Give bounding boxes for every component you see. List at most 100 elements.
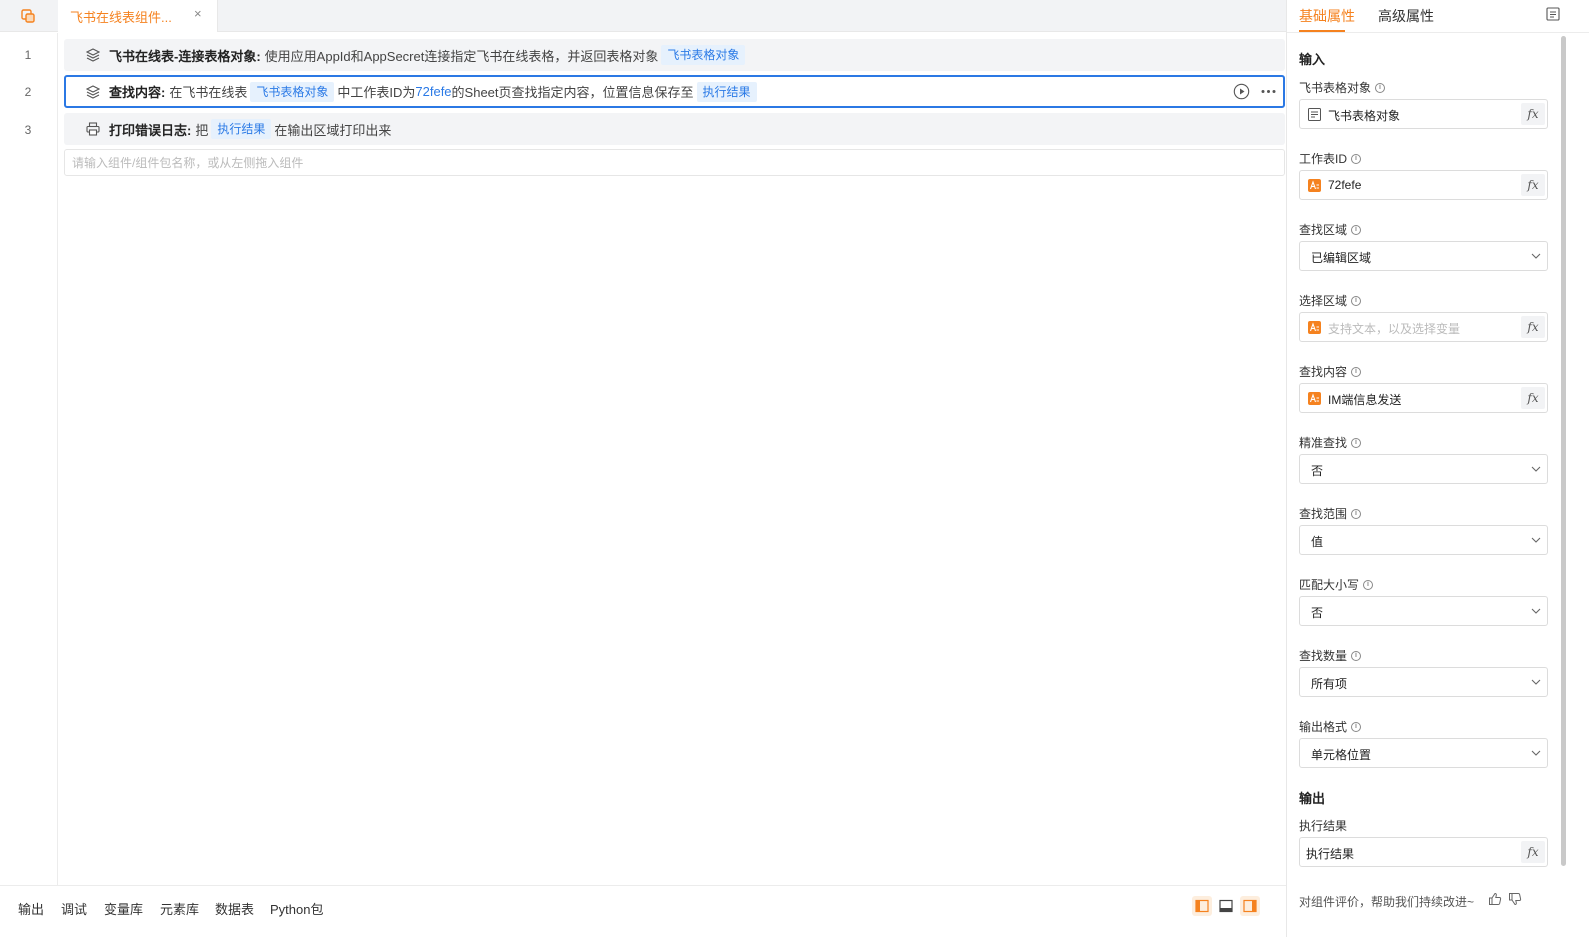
fx-button[interactable]: fx bbox=[1521, 103, 1545, 125]
field-label: 选择区域 i bbox=[1299, 292, 1362, 309]
flow-row-print-log[interactable]: 打印错误日志: 把 执行结果 在输出区域打印出来 bbox=[64, 113, 1285, 145]
thumbs-down-icon[interactable] bbox=[1508, 892, 1522, 906]
layout-left-panel-button[interactable] bbox=[1192, 896, 1212, 916]
field-label-text: 查找范围 bbox=[1299, 507, 1348, 521]
layout-right-panel-button[interactable] bbox=[1240, 896, 1260, 916]
variable-chip[interactable]: 飞书表格对象 bbox=[250, 81, 335, 102]
text-type-icon bbox=[1308, 392, 1321, 405]
field-label: 查找区域 i bbox=[1299, 221, 1362, 238]
field-value: 否 bbox=[1311, 464, 1324, 478]
field-value: 已编辑区域 bbox=[1311, 251, 1372, 265]
layers-icon bbox=[86, 84, 100, 99]
row-actions bbox=[1233, 83, 1277, 100]
layout-right-icon bbox=[1243, 899, 1257, 913]
field-label-text: 输出格式 bbox=[1299, 720, 1348, 734]
tab-output[interactable]: 输出 bbox=[18, 899, 44, 918]
flow-row-connect[interactable]: 飞书在线表-连接表格对象: 使用应用AppId和AppSecret连接指定飞书在… bbox=[64, 39, 1285, 71]
select-area-field[interactable]: 支持文本，以及选择变量 fx bbox=[1299, 312, 1548, 342]
chevron-down-icon bbox=[1531, 608, 1541, 614]
tab-variables[interactable]: 变量库 bbox=[104, 899, 143, 918]
field-label: 执行结果 bbox=[1299, 819, 1348, 833]
field-label: 飞书表格对象 i bbox=[1299, 79, 1386, 96]
sheet-id-field[interactable]: 72fefe fx bbox=[1299, 170, 1548, 200]
exact-match-select[interactable]: 否 bbox=[1299, 454, 1548, 484]
row-text: 在输出区域打印出来 bbox=[274, 122, 392, 138]
line-number: 2 bbox=[24, 85, 32, 99]
field-label: 输出格式 i bbox=[1299, 718, 1362, 735]
field-value: 72fefe bbox=[1328, 178, 1362, 192]
line-number: 1 bbox=[24, 48, 32, 62]
field-label-text: 工作表ID bbox=[1299, 152, 1348, 166]
row-title: 打印错误日志: bbox=[109, 122, 192, 138]
line-number: 3 bbox=[24, 123, 32, 137]
tab-basic-properties[interactable]: 基础属性 bbox=[1299, 6, 1355, 26]
close-icon[interactable]: × bbox=[194, 6, 202, 21]
find-count-select[interactable]: 所有项 bbox=[1299, 667, 1548, 697]
more-icon[interactable] bbox=[1260, 83, 1277, 100]
field-label-text: 匹配大小写 bbox=[1299, 578, 1360, 592]
tab-label: 飞书在线表组件... bbox=[70, 10, 172, 25]
field-label-text: 精准查找 bbox=[1299, 436, 1348, 450]
tab-debug[interactable]: 调试 bbox=[61, 899, 87, 918]
row-text: 使用应用AppId和AppSecret连接指定飞书在线表格，并返回表格对象 bbox=[264, 48, 659, 64]
divider bbox=[1287, 32, 1589, 33]
layout-bottom-panel-button[interactable] bbox=[1216, 896, 1236, 916]
find-content-field[interactable]: IM端信息发送 fx bbox=[1299, 383, 1548, 413]
info-icon[interactable]: i bbox=[1351, 295, 1362, 306]
info-icon[interactable]: i bbox=[1351, 650, 1362, 661]
fx-button[interactable]: fx bbox=[1521, 387, 1545, 409]
info-icon[interactable]: i bbox=[1351, 366, 1362, 377]
output-format-select[interactable]: 单元格位置 bbox=[1299, 738, 1548, 768]
flow-row-find-content[interactable]: 查找内容: 在飞书在线表 飞书表格对象 中工作表ID为 72fefe 的Shee… bbox=[64, 75, 1285, 108]
variable-chip[interactable]: 执行结果 bbox=[211, 119, 272, 139]
collapse-panel-icon[interactable] bbox=[1546, 7, 1560, 21]
field-label-text: 飞书表格对象 bbox=[1299, 81, 1372, 95]
field-value: 所有项 bbox=[1311, 677, 1348, 691]
field-label: 工作表ID i bbox=[1299, 150, 1362, 167]
chevron-down-icon bbox=[1531, 253, 1541, 259]
row-title: 查找内容: bbox=[109, 85, 166, 100]
row-title: 飞书在线表-连接表格对象: bbox=[109, 48, 261, 64]
text-type-icon bbox=[1308, 321, 1321, 334]
copy-component-icon[interactable] bbox=[20, 8, 36, 24]
printer-icon bbox=[86, 122, 100, 136]
run-icon[interactable] bbox=[1233, 83, 1250, 100]
info-icon[interactable]: i bbox=[1351, 437, 1362, 448]
info-icon[interactable]: i bbox=[1351, 721, 1362, 732]
line-gutter: 1 2 3 bbox=[0, 33, 58, 885]
variable-chip[interactable]: 执行结果 bbox=[696, 81, 757, 102]
layout-bottom-icon bbox=[1219, 899, 1233, 913]
field-label: 匹配大小写 i bbox=[1299, 576, 1374, 593]
info-icon[interactable]: i bbox=[1351, 153, 1362, 164]
feedback-text: 对组件评价，帮助我们持续改进~ bbox=[1299, 895, 1475, 909]
thumbs-up-icon[interactable] bbox=[1488, 892, 1502, 906]
chevron-down-icon bbox=[1531, 679, 1541, 685]
match-case-select[interactable]: 否 bbox=[1299, 596, 1548, 626]
fx-button[interactable]: fx bbox=[1521, 316, 1545, 338]
result-variable-field[interactable]: 执行结果 fx bbox=[1299, 837, 1548, 867]
field-label: 查找内容 i bbox=[1299, 363, 1362, 380]
tab-python-packages[interactable]: Python包 bbox=[270, 899, 323, 918]
chevron-down-icon bbox=[1531, 750, 1541, 756]
fx-button[interactable]: fx bbox=[1521, 841, 1545, 863]
add-component-input[interactable] bbox=[64, 149, 1285, 176]
scrollbar[interactable] bbox=[1561, 36, 1566, 866]
fx-button[interactable]: fx bbox=[1521, 174, 1545, 196]
info-icon[interactable]: i bbox=[1351, 508, 1362, 519]
chevron-down-icon bbox=[1531, 466, 1541, 472]
tab-feishu-component[interactable]: 飞书在线表组件... × bbox=[58, 0, 218, 32]
info-icon[interactable]: i bbox=[1351, 224, 1362, 235]
tab-advanced-properties[interactable]: 高级属性 bbox=[1378, 6, 1434, 26]
properties-panel: 基础属性 高级属性 输入 飞书表格对象i 飞书表格对象 fx 工作表IDi bbox=[1286, 0, 1589, 937]
variable-chip[interactable]: 飞书表格对象 bbox=[661, 45, 746, 65]
tab-datatable[interactable]: 数据表 bbox=[215, 899, 254, 918]
find-area-select[interactable]: 已编辑区域 bbox=[1299, 241, 1548, 271]
field-label-text: 选择区域 bbox=[1299, 294, 1348, 308]
row-text: 中工作表ID为 bbox=[337, 85, 416, 100]
field-value: 执行结果 bbox=[1306, 847, 1355, 861]
info-icon[interactable]: i bbox=[1375, 82, 1386, 93]
tab-elements[interactable]: 元素库 bbox=[160, 899, 199, 918]
find-scope-select[interactable]: 值 bbox=[1299, 525, 1548, 555]
info-icon[interactable]: i bbox=[1363, 579, 1374, 590]
feishu-table-object-field[interactable]: 飞书表格对象 fx bbox=[1299, 99, 1548, 129]
